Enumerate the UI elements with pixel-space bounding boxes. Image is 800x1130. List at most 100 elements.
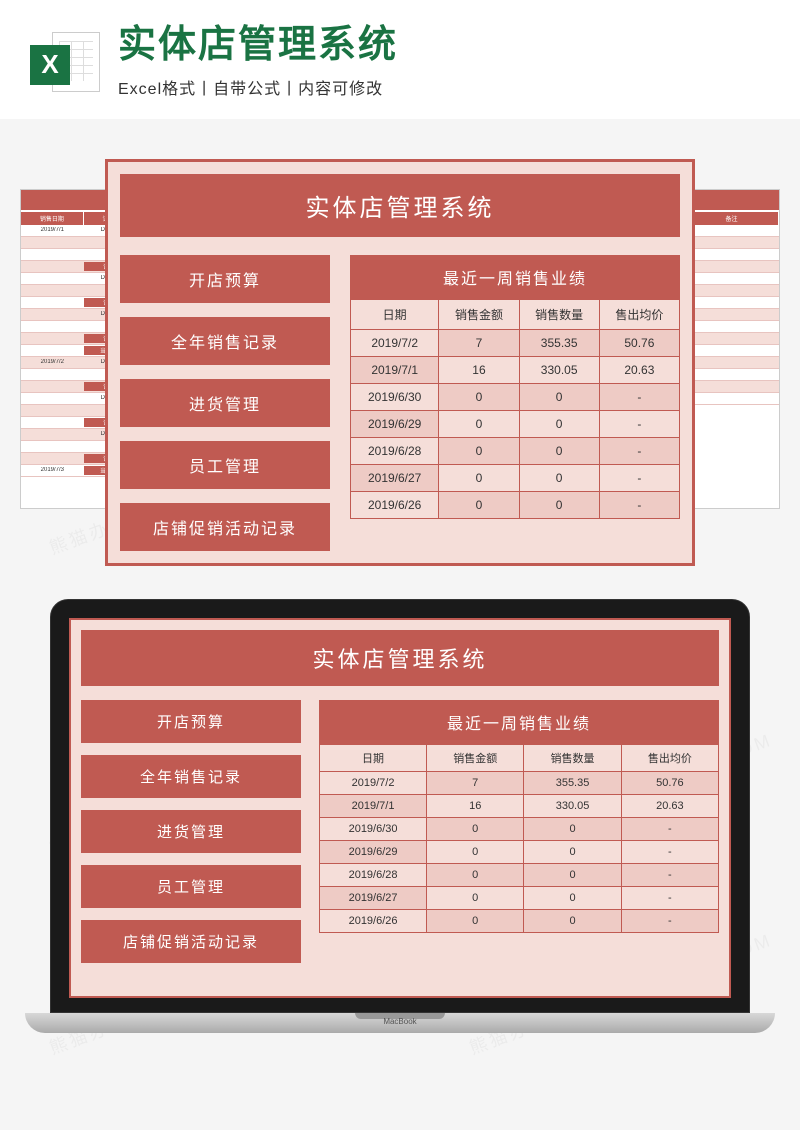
table-cell: 2019/7/1 <box>320 794 427 817</box>
table-cell: 0 <box>427 909 524 932</box>
table-cell: 0 <box>519 491 599 518</box>
header-title: 实体店管理系统 <box>118 25 770 67</box>
data-column: 最近一周销售业绩 日期销售金额销售数量售出均价 2019/7/27355.355… <box>350 255 680 551</box>
menu-button-1[interactable]: 全年销售记录 <box>81 755 301 798</box>
table-cell: 0 <box>439 410 519 437</box>
table-cell: 2019/6/30 <box>320 817 427 840</box>
table-cell: 7 <box>439 329 519 356</box>
menu-button-0[interactable]: 开店预算 <box>120 255 330 303</box>
table-cell: - <box>599 383 679 410</box>
table-cell: 0 <box>524 909 621 932</box>
table-header: 销售数量 <box>519 299 599 329</box>
menu-button-1[interactable]: 全年销售记录 <box>120 317 330 365</box>
table-cell: 0 <box>519 410 599 437</box>
table-cell: 0 <box>519 437 599 464</box>
table-row: 2019/6/2600- <box>320 909 719 932</box>
laptop-mockup: 实体店管理系统 开店预算全年销售记录进货管理员工管理店铺促销活动记录 最近一周销… <box>50 599 750 1033</box>
table-cell: - <box>621 840 718 863</box>
table-cell: 2019/6/28 <box>351 437 439 464</box>
card-title: 实体店管理系统 <box>81 630 719 686</box>
menu-button-3[interactable]: 员工管理 <box>120 441 330 489</box>
table-cell: 7 <box>427 771 524 794</box>
table-cell: - <box>599 410 679 437</box>
table-cell: - <box>621 863 718 886</box>
table-cell: 330.05 <box>524 794 621 817</box>
table-row: 2019/6/3000- <box>320 817 719 840</box>
table-cell: - <box>599 491 679 518</box>
table-row: 2019/6/2700- <box>351 464 680 491</box>
menu-button-3[interactable]: 员工管理 <box>81 865 301 908</box>
table-cell: 2019/7/2 <box>320 771 427 794</box>
laptop-brand-label: MacBook <box>383 1017 416 1026</box>
table-cell: 0 <box>524 817 621 840</box>
data-panel-title: 最近一周销售业绩 <box>350 255 680 299</box>
table-row: 2019/7/116330.0520.63 <box>351 356 680 383</box>
table-cell: 0 <box>519 383 599 410</box>
data-panel-title: 最近一周销售业绩 <box>319 700 719 744</box>
table-cell: 2019/7/1 <box>351 356 439 383</box>
table-row: 2019/7/116330.0520.63 <box>320 794 719 817</box>
table-cell: 0 <box>524 863 621 886</box>
table-row: 2019/6/2900- <box>351 410 680 437</box>
table-row: 2019/6/2800- <box>351 437 680 464</box>
table-cell: 0 <box>439 437 519 464</box>
table-header: 售出均价 <box>621 744 718 771</box>
menu-column: 开店预算全年销售记录进货管理员工管理店铺促销活动记录 <box>120 255 330 551</box>
table-cell: - <box>621 817 718 840</box>
table-cell: 0 <box>439 464 519 491</box>
table-cell: - <box>599 437 679 464</box>
page-header: X 实体店管理系统 Excel格式丨自带公式丨内容可修改 <box>0 0 800 119</box>
laptop-screen: 实体店管理系统 开店预算全年销售记录进货管理员工管理店铺促销活动记录 最近一周销… <box>69 618 731 998</box>
card-title: 实体店管理系统 <box>120 174 680 237</box>
table-cell: 50.76 <box>599 329 679 356</box>
table-header: 销售数量 <box>524 744 621 771</box>
table-cell: 16 <box>427 794 524 817</box>
header-subtitle: Excel格式丨自带公式丨内容可修改 <box>118 75 770 99</box>
table-row: 2019/6/2800- <box>320 863 719 886</box>
main-dashboard-card: 实体店管理系统 开店预算全年销售记录进货管理员工管理店铺促销活动记录 最近一周销… <box>105 159 695 566</box>
table-cell: 20.63 <box>599 356 679 383</box>
table-cell: - <box>621 886 718 909</box>
menu-button-2[interactable]: 进货管理 <box>120 379 330 427</box>
preview-zone: 销售日期订单编号自编货品码 2019/7/1DD701001A001A002A0… <box>0 119 800 559</box>
menu-button-4[interactable]: 店铺促销活动记录 <box>120 503 330 551</box>
table-cell: - <box>621 909 718 932</box>
table-cell: 330.05 <box>519 356 599 383</box>
table-cell: 2019/6/26 <box>351 491 439 518</box>
table-cell: 2019/6/28 <box>320 863 427 886</box>
table-cell: 0 <box>524 886 621 909</box>
table-header: 日期 <box>320 744 427 771</box>
table-header: 售出均价 <box>599 299 679 329</box>
table-cell: 0 <box>524 840 621 863</box>
table-cell: 2019/7/2 <box>351 329 439 356</box>
table-cell: 0 <box>439 491 519 518</box>
table-header: 日期 <box>351 299 439 329</box>
table-cell: 16 <box>439 356 519 383</box>
table-cell: 0 <box>427 886 524 909</box>
menu-column: 开店预算全年销售记录进货管理员工管理店铺促销活动记录 <box>81 700 301 963</box>
table-row: 2019/7/27355.3550.76 <box>320 771 719 794</box>
table-cell: 2019/6/29 <box>320 840 427 863</box>
table-cell: 2019/6/29 <box>351 410 439 437</box>
sales-table: 日期销售金额销售数量售出均价 2019/7/27355.3550.762019/… <box>350 299 680 519</box>
table-row: 2019/6/2600- <box>351 491 680 518</box>
table-header: 销售金额 <box>427 744 524 771</box>
table-cell: 355.35 <box>519 329 599 356</box>
table-cell: 2019/6/26 <box>320 909 427 932</box>
table-row: 2019/6/2900- <box>320 840 719 863</box>
menu-button-2[interactable]: 进货管理 <box>81 810 301 853</box>
table-cell: 0 <box>439 383 519 410</box>
sales-table: 日期销售金额销售数量售出均价 2019/7/27355.3550.762019/… <box>319 744 719 933</box>
table-cell: - <box>599 464 679 491</box>
table-cell: 0 <box>427 840 524 863</box>
table-row: 2019/6/2700- <box>320 886 719 909</box>
table-cell: 2019/6/30 <box>351 383 439 410</box>
data-column: 最近一周销售业绩 日期销售金额销售数量售出均价 2019/7/27355.355… <box>319 700 719 963</box>
menu-button-0[interactable]: 开店预算 <box>81 700 301 743</box>
table-row: 2019/6/3000- <box>351 383 680 410</box>
laptop-base: MacBook <box>25 1013 775 1033</box>
table-header: 销售金额 <box>439 299 519 329</box>
menu-button-4[interactable]: 店铺促销活动记录 <box>81 920 301 963</box>
excel-icon: X <box>30 27 100 97</box>
table-cell: 0 <box>427 817 524 840</box>
